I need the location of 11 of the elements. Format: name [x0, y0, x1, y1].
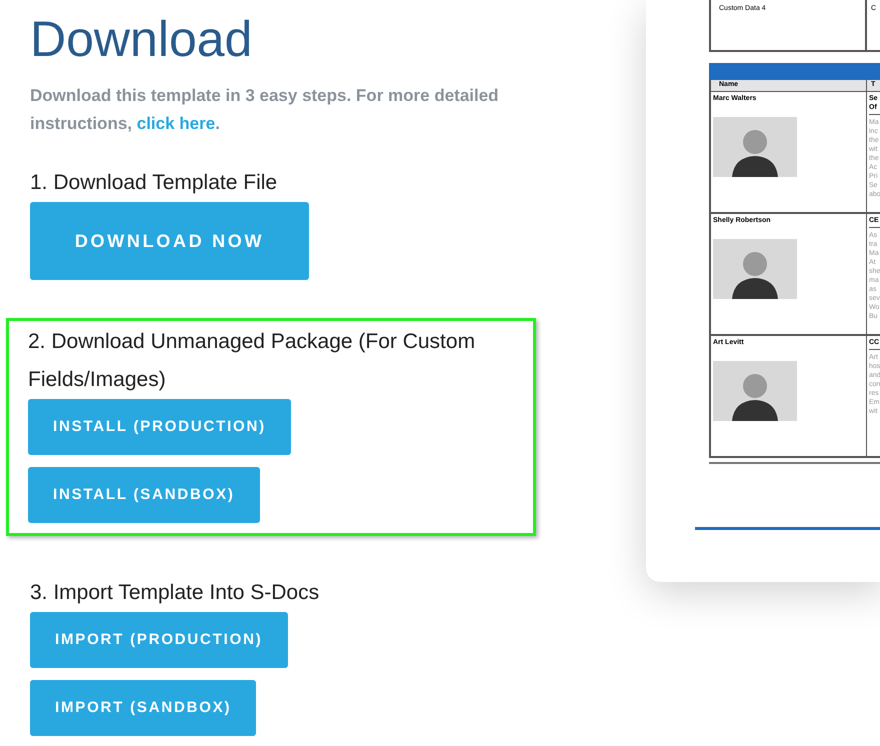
action-button[interactable]: INSTALL (PRODUCTION) — [28, 399, 291, 455]
step-title: 3. Import Template Into S-Docs — [30, 580, 320, 606]
step-title: 2. Download Unmanaged Package (For Custom Fields/Images) — [28, 329, 476, 393]
intro-text: Download this template in 3 easy steps. For more detailed instructions, click here. — [30, 85, 500, 135]
action-button[interactable]: IMPORT (PRODUCTION) — [30, 612, 288, 668]
step-title: 1. Download Template File — [30, 170, 278, 196]
click-here-link[interactable]: click here — [136, 114, 216, 133]
action-button[interactable]: INSTALL (SANDBOX) — [28, 467, 260, 523]
page-title: Download — [30, 10, 254, 69]
action-button[interactable]: IMPORT (SANDBOX) — [30, 680, 256, 736]
action-button[interactable]: DOWNLOAD NOW — [30, 202, 309, 280]
